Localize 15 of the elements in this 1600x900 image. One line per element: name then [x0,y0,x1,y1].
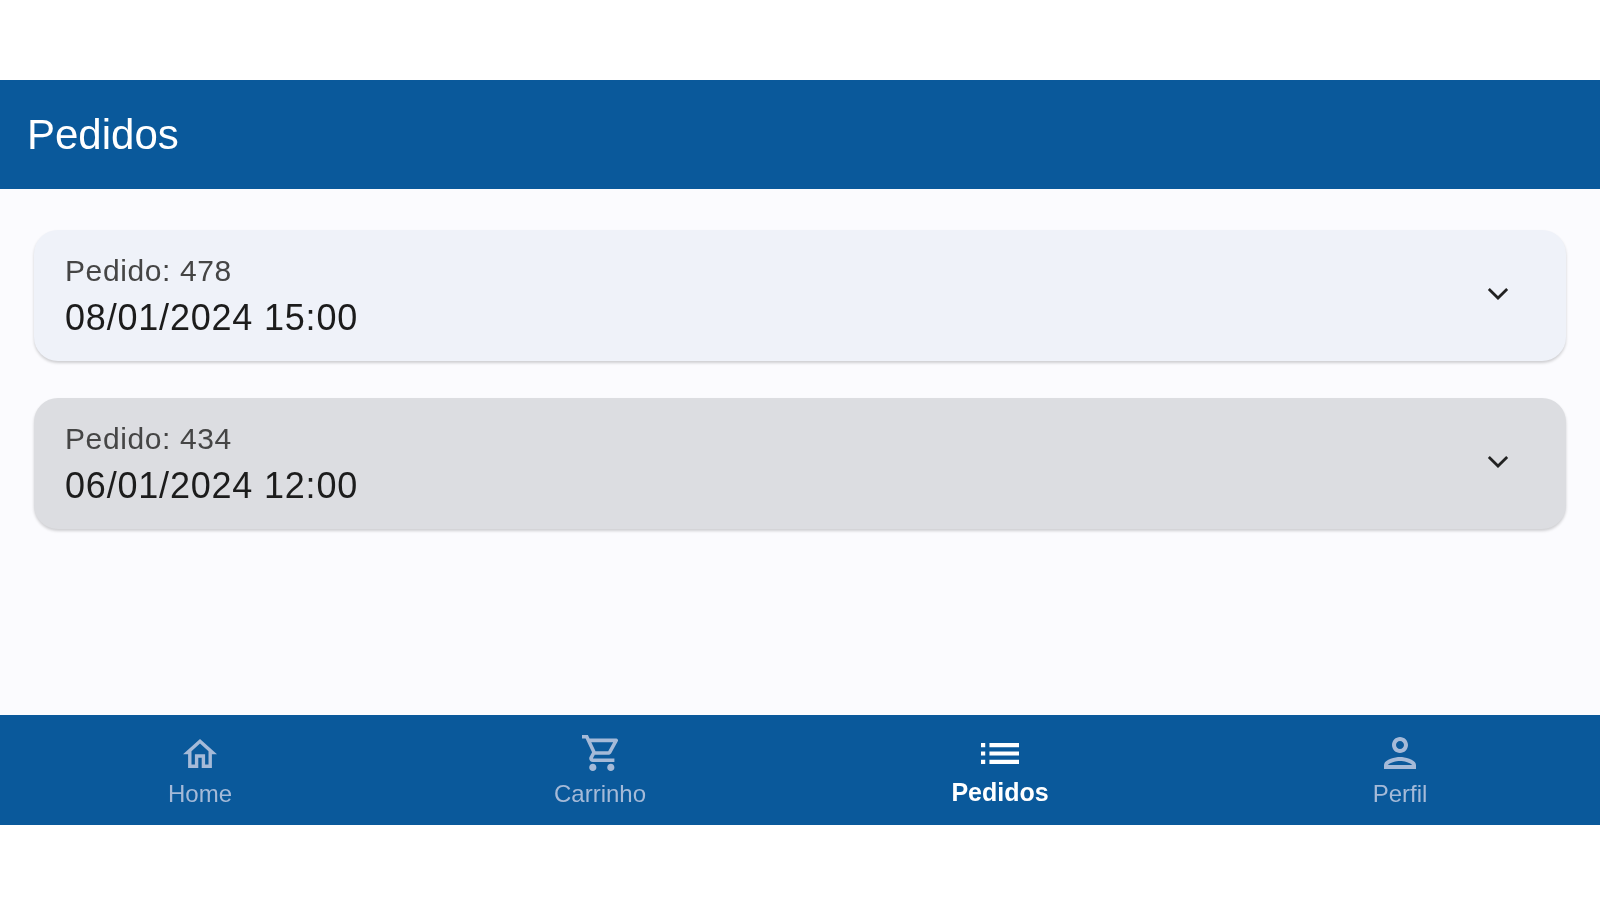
home-icon [183,737,217,769]
list-icon [981,741,1019,765]
order-card[interactable]: Pedido: 434 06/01/2024 12:00 [34,398,1566,529]
app-bar-title: Pedidos [27,113,179,156]
nav-tab[interactable]: Home [0,715,400,825]
order-date: 06/01/2024 12:00 [65,463,359,508]
order-card[interactable]: Pedido: 478 08/01/2024 15:00 [34,230,1566,361]
nav-tab[interactable]: Carrinho [400,715,800,825]
order-number: Pedido: 478 [65,252,232,289]
nav-tab[interactable]: Perfil [1200,715,1600,825]
order-number: Pedido: 434 [65,420,232,457]
person-icon [1384,737,1416,769]
order-date: 08/01/2024 15:00 [65,295,359,340]
nav-tab[interactable]: Pedidos [800,715,1200,825]
cart-icon [582,735,618,771]
